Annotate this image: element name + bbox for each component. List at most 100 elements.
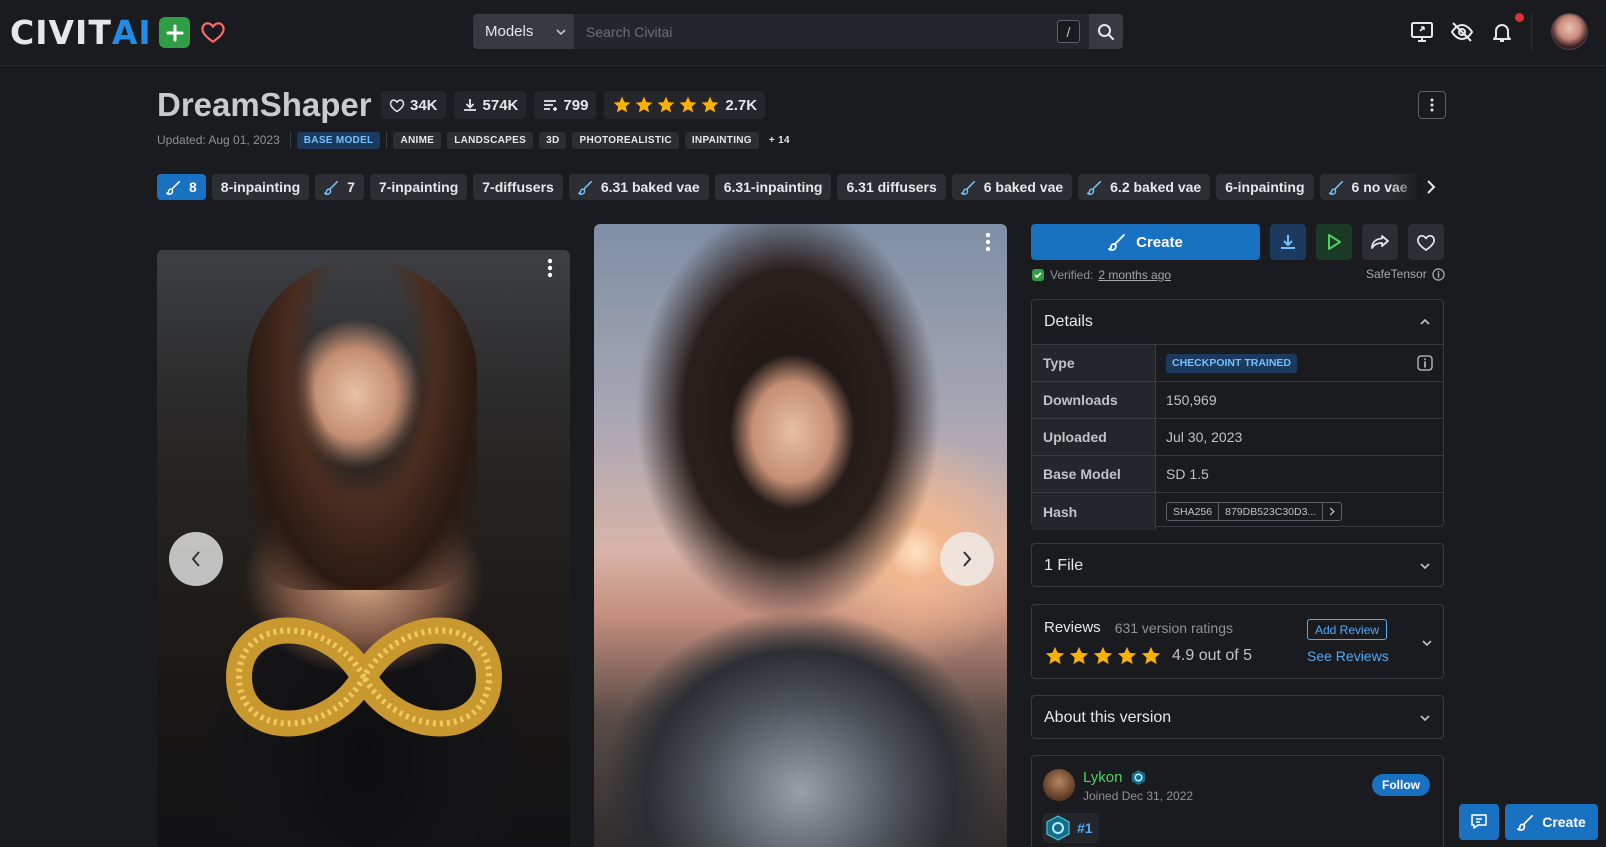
see-reviews-link[interactable]: See Reviews: [1307, 648, 1389, 664]
version-tab[interactable]: 7: [315, 174, 364, 200]
review-stars: [1044, 645, 1162, 667]
tag-anime[interactable]: ANIME: [393, 131, 442, 149]
hash-copy-box[interactable]: SHA256 879DB523C30D3...: [1166, 502, 1343, 521]
tag-photorealistic[interactable]: PHOTOREALISTIC: [572, 131, 679, 149]
brush-icon: [324, 180, 339, 195]
notifications-button[interactable]: [1488, 18, 1516, 46]
info-icon[interactable]: [1431, 267, 1445, 281]
creator-name-row: Lykon: [1083, 769, 1147, 786]
search-input[interactable]: [574, 14, 1089, 49]
model-menu-button[interactable]: [1418, 91, 1446, 119]
about-version-panel[interactable]: About this version: [1031, 695, 1444, 739]
civitai-logo[interactable]: CIVIT AI: [10, 13, 152, 52]
add-review-button[interactable]: Add Review: [1307, 619, 1388, 640]
brush-icon: [1108, 234, 1126, 251]
download-icon: [1281, 235, 1295, 249]
kebab-icon: [1430, 98, 1434, 112]
reviews-count: 631 version ratings: [1114, 619, 1233, 636]
tag-inpainting[interactable]: INPAINTING: [684, 131, 759, 149]
gallery-next-button[interactable]: [940, 532, 994, 586]
star-icon: [614, 96, 631, 113]
gallery-prev-button[interactable]: [169, 532, 223, 586]
file-format: SafeTensor: [1366, 267, 1445, 281]
reviews-panel: Reviews 631 version ratings 4.9 out of 5…: [1031, 604, 1444, 679]
rank-badge-icon: [1046, 815, 1070, 841]
version-tab[interactable]: 8-inpainting: [211, 174, 310, 200]
share-button[interactable]: [1362, 224, 1398, 260]
version-tab[interactable]: 6-inpainting: [1216, 174, 1314, 200]
star-icon: [658, 96, 675, 113]
like-button[interactable]: [1408, 224, 1444, 260]
version-tab[interactable]: 6.31-inpainting: [714, 174, 832, 200]
creator-badge-icon: [1132, 769, 1146, 786]
details-header[interactable]: Details: [1032, 300, 1443, 344]
version-tab[interactable]: 7-inpainting: [369, 174, 468, 200]
version-scroll-next-button[interactable]: [1421, 177, 1441, 197]
reviews-heading: Reviews 631 version ratings: [1044, 619, 1233, 636]
chevron-right-icon: [1329, 507, 1335, 516]
run-button[interactable]: [1316, 224, 1352, 260]
hash-algorithm[interactable]: SHA256: [1167, 503, 1220, 520]
create-button[interactable]: Create: [1031, 224, 1260, 260]
image-1-menu-button[interactable]: [540, 256, 560, 280]
search-button[interactable]: [1089, 14, 1123, 49]
star-icon: [1069, 646, 1089, 665]
reviews-score-row: 4.9 out of 5: [1044, 645, 1252, 667]
star-icon: [1093, 646, 1113, 665]
details-panel: Details Type CHECKPOINT TRAINED Download…: [1031, 299, 1444, 530]
support-heart-button[interactable]: [198, 17, 228, 47]
version-tab[interactable]: 7-diffusers: [473, 174, 563, 200]
user-avatar[interactable]: [1551, 13, 1588, 50]
star-icon: [1141, 646, 1161, 665]
details-row-hash: Hash SHA256 879DB523C30D3...: [1032, 493, 1443, 530]
files-header[interactable]: 1 File: [1032, 544, 1443, 588]
follow-button[interactable]: Follow: [1372, 774, 1430, 796]
model-title: DreamShaper: [157, 86, 372, 123]
updated-date: Updated: Aug 01, 2023: [157, 133, 280, 147]
creator-rank: #1: [1043, 813, 1099, 843]
base-model-tag[interactable]: BASE MODEL: [296, 131, 381, 149]
details-row-downloads: Downloads 150,969: [1032, 382, 1443, 419]
chevron-down-icon: [1420, 715, 1430, 722]
creator-studio-button[interactable]: [1408, 18, 1436, 46]
version-tab[interactable]: 6.2 baked vae: [1078, 174, 1211, 200]
brush-icon: [166, 180, 181, 195]
search-category-select[interactable]: Models: [473, 14, 574, 49]
chevron-down-icon: [556, 28, 566, 35]
tag-3d[interactable]: 3D: [539, 131, 567, 149]
model-stats: 34K 574K 799 2.7K: [381, 91, 766, 119]
share-icon: [1371, 235, 1389, 249]
version-tab[interactable]: 8: [157, 174, 206, 200]
version-tab[interactable]: 6.31 diffusers: [837, 174, 946, 200]
heart-icon: [1417, 234, 1435, 251]
shield-check-icon: [1032, 269, 1044, 281]
verified-time-link[interactable]: 2 months ago: [1098, 268, 1171, 282]
files-panel[interactable]: 1 File: [1031, 543, 1444, 587]
upload-plus-button[interactable]: [159, 17, 190, 48]
feedback-button[interactable]: [1459, 804, 1499, 840]
tag-landscapes[interactable]: LANDSCAPES: [447, 131, 534, 149]
details-table: Type CHECKPOINT TRAINED Downloads 150,96…: [1032, 344, 1443, 530]
floating-create-button[interactable]: Create: [1505, 804, 1598, 840]
gallery-image-2[interactable]: [594, 224, 1007, 847]
creator-name[interactable]: Lykon: [1083, 769, 1122, 786]
more-tags-button[interactable]: + 14: [765, 132, 794, 149]
image-subject: [247, 260, 477, 590]
hide-content-button[interactable]: [1448, 18, 1476, 46]
meta-divider: [289, 132, 291, 148]
creator-avatar[interactable]: [1043, 769, 1075, 801]
reviews-expand-button[interactable]: [1421, 637, 1433, 649]
download-button[interactable]: [1270, 224, 1306, 260]
comments-stat: 799: [534, 91, 597, 119]
info-icon[interactable]: [1417, 355, 1433, 371]
version-tab[interactable]: 6.31 baked vae: [568, 174, 709, 200]
infinity-symbol-graphic: [225, 617, 503, 737]
heart-icon: [201, 22, 225, 44]
star-icon: [636, 96, 653, 113]
about-version-header[interactable]: About this version: [1032, 696, 1443, 740]
hash-next-button[interactable]: [1323, 503, 1341, 520]
brush-icon: [1087, 180, 1102, 195]
version-tab[interactable]: 6 baked vae: [951, 174, 1073, 200]
image-2-menu-button[interactable]: [978, 230, 998, 254]
hash-value[interactable]: 879DB523C30D3...: [1219, 503, 1324, 520]
